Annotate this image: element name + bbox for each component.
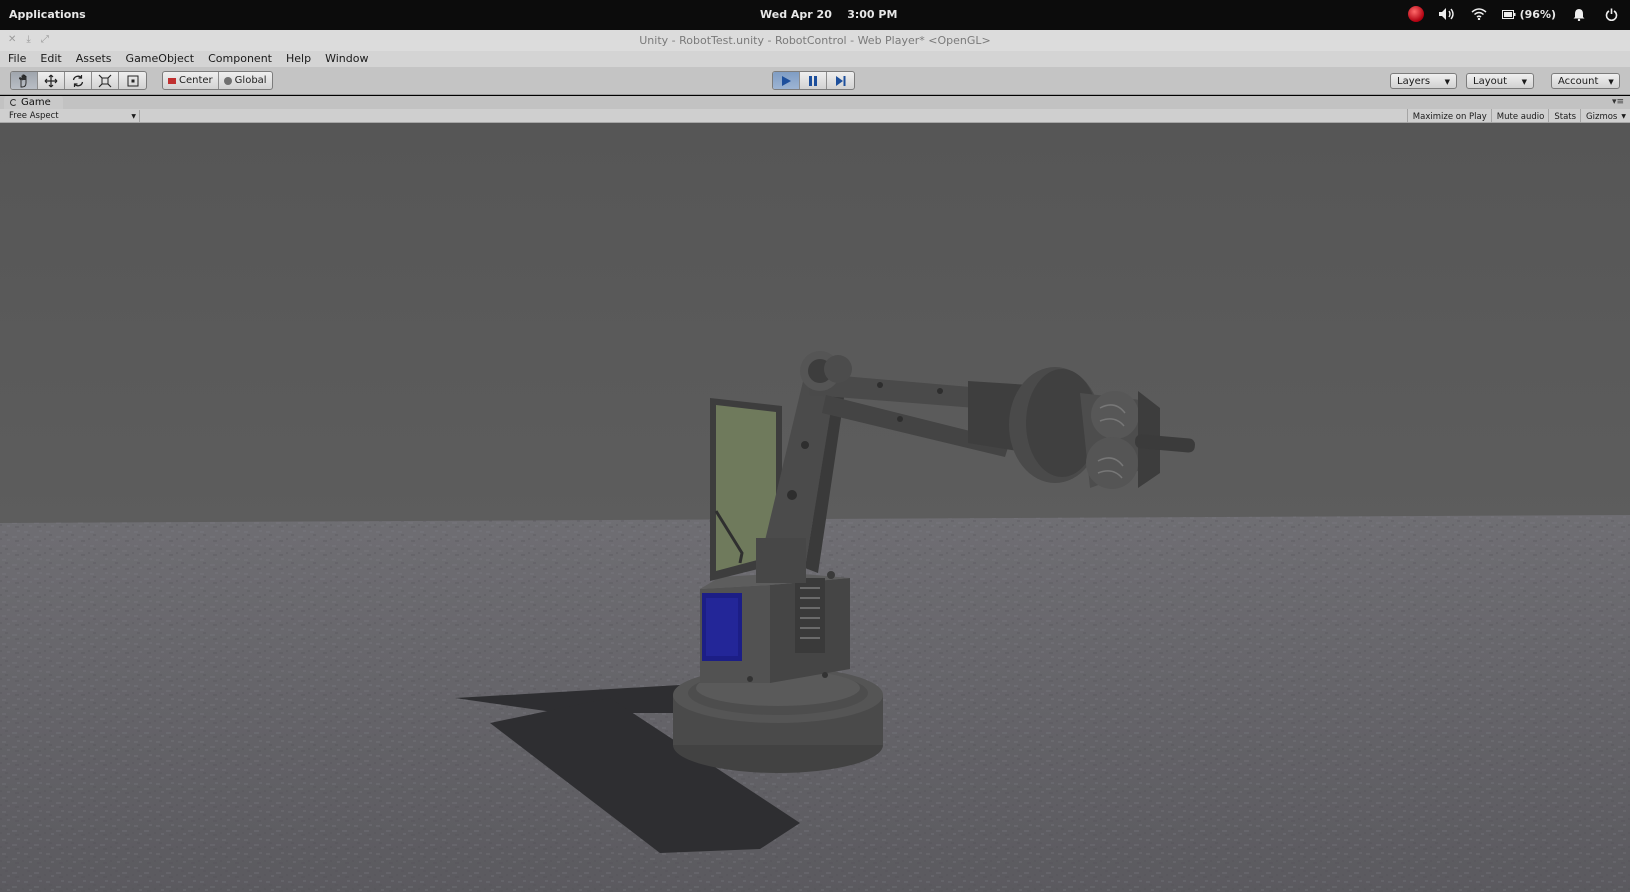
battery-icon [1501, 9, 1516, 19]
move-tool-button[interactable] [38, 72, 65, 89]
rotate-icon [72, 74, 84, 87]
layout-label: Layout [1473, 76, 1507, 87]
pivot-global-button[interactable]: Global [219, 72, 272, 89]
menu-window[interactable]: Window [317, 51, 374, 67]
game-panel-header: Game ▾≡ [0, 96, 1630, 109]
hand-tool-button[interactable] [11, 72, 38, 89]
chevron-down-icon: ▼ [1444, 77, 1450, 86]
tab-game-label: Game [21, 97, 51, 108]
mute-audio-toggle[interactable]: Mute audio [1490, 109, 1549, 123]
wifi-icon[interactable] [1470, 5, 1488, 23]
main-toolbar: Center Global Layers ▼ Layout ▼ Account ▼ [0, 67, 1630, 95]
pause-button[interactable] [800, 72, 827, 89]
menu-assets[interactable]: Assets [68, 51, 118, 67]
scale-icon [98, 74, 112, 87]
menu-file[interactable]: File [0, 51, 32, 67]
chevron-down-icon: ▼ [1621, 113, 1626, 120]
globe-icon [223, 76, 232, 85]
game-view-controls: Free Aspect ▼ Maximize on Play Mute audio… [0, 109, 1630, 123]
game-view-toggles: Maximize on Play Mute audio Stats Gizmos… [1406, 109, 1630, 123]
pause-icon [809, 75, 817, 86]
rotate-tool-button[interactable] [65, 72, 92, 89]
aspect-label: Free Aspect [9, 111, 59, 121]
battery-status[interactable]: (96%) [1501, 7, 1556, 21]
gizmos-label: Gizmos [1586, 111, 1618, 122]
notification-bell-icon[interactable] [1570, 5, 1588, 23]
hand-icon [18, 74, 27, 87]
battery-percentage: (96%) [1519, 7, 1556, 21]
aspect-dropdown[interactable]: Free Aspect ▼ [4, 110, 140, 122]
chevron-down-icon: ▼ [1608, 77, 1614, 86]
record-indicator-icon[interactable] [1407, 6, 1424, 22]
rect-transform-icon [127, 75, 138, 86]
window-title-bar: ✕ ⤓ ⤢ Unity - RobotTest.unity - RobotCon… [0, 30, 1630, 51]
gizmos-dropdown[interactable]: Gizmos ▼ [1580, 109, 1630, 123]
center-pivot-icon [168, 77, 176, 84]
play-button[interactable] [773, 72, 800, 89]
window-title: Unity - RobotTest.unity - RobotControl -… [639, 34, 991, 47]
volume-icon[interactable] [1438, 5, 1456, 23]
menu-gameobject[interactable]: GameObject [118, 51, 201, 67]
menu-help[interactable]: Help [278, 51, 317, 67]
layout-dropdown[interactable]: Layout ▼ [1466, 73, 1534, 89]
account-dropdown[interactable]: Account ▼ [1551, 73, 1620, 89]
date-label: Wed Apr 20 [760, 8, 832, 21]
pacman-game-icon [10, 99, 17, 106]
maximize-on-play-toggle[interactable]: Maximize on Play [1406, 109, 1491, 123]
menu-bar: File Edit Assets GameObject Component He… [0, 51, 1630, 67]
pivot-center-label: Center [179, 75, 213, 86]
rect-tool-button[interactable] [119, 72, 146, 89]
stats-toggle[interactable]: Stats [1548, 109, 1580, 123]
robot-body [700, 571, 850, 683]
chevron-down-icon: ▼ [131, 112, 136, 120]
step-icon [835, 75, 845, 86]
pivot-center-button[interactable]: Center [163, 72, 219, 89]
scale-tool-button[interactable] [92, 72, 119, 89]
system-top-bar: Applications Wed Apr 20 3:00 PM (96%) [0, 0, 1630, 30]
transform-tools [10, 71, 147, 90]
time-label: 3:00 PM [847, 8, 898, 21]
power-icon[interactable] [1602, 5, 1620, 23]
step-button[interactable] [827, 72, 854, 89]
menu-edit[interactable]: Edit [32, 51, 67, 67]
pivot-global-label: Global [234, 75, 267, 86]
move-arrows-icon [44, 74, 58, 87]
system-tray: (96%) [1407, 5, 1620, 23]
applications-menu[interactable]: Applications [9, 8, 86, 21]
robot-arm-scene [0, 123, 1630, 892]
play-icon [781, 75, 791, 86]
panel-menu-icon[interactable]: ▾≡ [1612, 97, 1624, 107]
layers-label: Layers [1397, 76, 1431, 87]
tab-game[interactable]: Game [4, 96, 63, 109]
layers-dropdown[interactable]: Layers ▼ [1390, 73, 1457, 89]
clock[interactable]: Wed Apr 20 3:00 PM [760, 8, 897, 21]
chevron-down-icon: ▼ [1521, 77, 1527, 86]
pivot-toggles: Center Global [162, 71, 273, 90]
play-controls [772, 71, 855, 90]
game-viewport[interactable] [0, 123, 1630, 892]
menu-component[interactable]: Component [200, 51, 278, 67]
account-label: Account [1558, 76, 1599, 87]
